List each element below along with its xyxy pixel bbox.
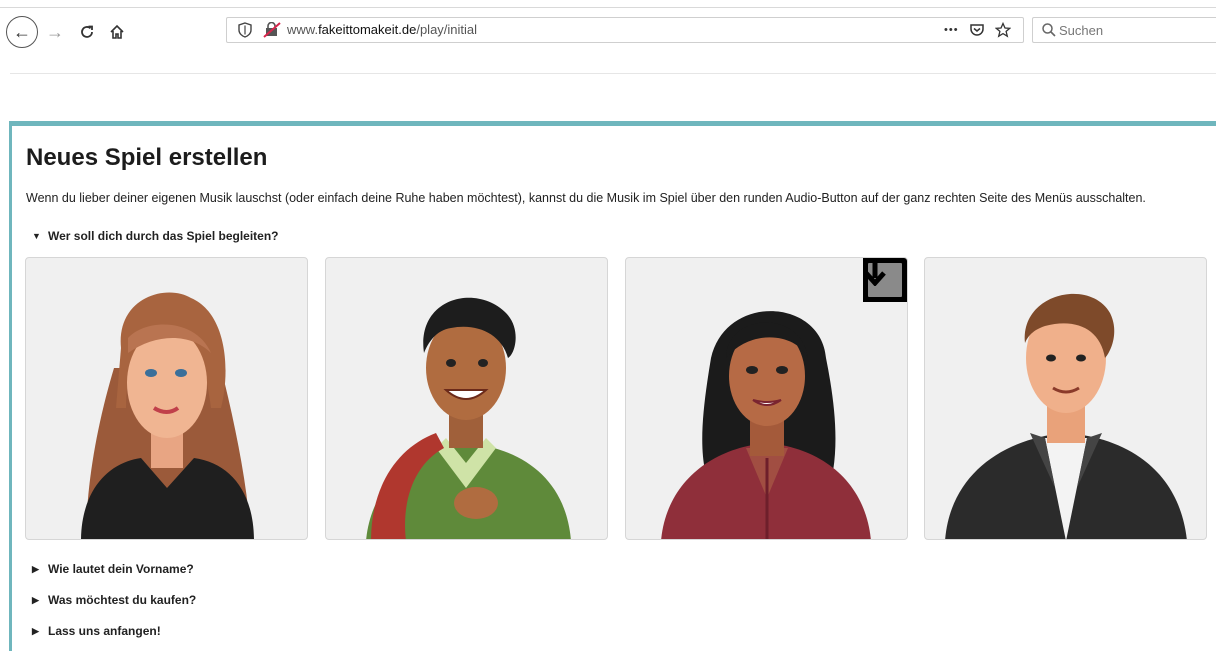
toolbar-divider	[0, 7, 1216, 8]
search-placeholder: Suchen	[1059, 23, 1104, 38]
section-label: Wie lautet dein Vorname?	[48, 562, 194, 576]
caret-right-icon: ▶	[32, 594, 39, 605]
address-bar[interactable]: www.fakeittomakeit.de/play/initial	[226, 17, 1024, 43]
browser-toolbar: ← → www.fakeittomakeit.de/play/initial •…	[0, 0, 1216, 56]
caret-right-icon: ▶	[32, 563, 39, 574]
url-actions: •••	[944, 17, 1011, 43]
section-label: Wer soll dich durch das Spiel begleiten?	[48, 229, 279, 243]
home-button[interactable]	[102, 17, 132, 47]
home-icon	[110, 24, 124, 39]
avatar-man-backpack	[366, 297, 571, 539]
selected-badge	[863, 258, 907, 302]
section-purchase-toggle[interactable]: ▶ Was möchtest du kaufen?	[32, 593, 196, 607]
pocket-icon[interactable]	[969, 22, 985, 38]
caret-down-icon: ▼	[32, 231, 41, 241]
section-firstname-toggle[interactable]: ▶ Wie lautet dein Vorname?	[32, 562, 194, 576]
companion-card-man-backpack[interactable]	[325, 257, 608, 540]
tracking-shield-icon[interactable]	[237, 22, 253, 38]
companion-card-man-jacket[interactable]	[924, 257, 1207, 540]
intro-text: Wenn du lieber deiner eigenen Musik laus…	[26, 191, 1146, 205]
section-start-toggle[interactable]: ▶ Lass uns anfangen!	[32, 624, 161, 638]
page-actions-menu-button[interactable]: •••	[944, 24, 959, 36]
caret-right-icon: ▶	[32, 625, 39, 636]
bookmark-star-icon[interactable]	[994, 22, 1011, 38]
reload-icon	[81, 25, 93, 38]
arrow-left-icon: ←	[13, 21, 31, 42]
insecure-lock-icon[interactable]	[263, 22, 281, 38]
search-icon	[1042, 23, 1056, 37]
avatar-man-jacket	[945, 293, 1187, 539]
section-companion-toggle[interactable]: ▼ Wer soll dich durch das Spiel begleite…	[32, 229, 279, 243]
url-text: www.fakeittomakeit.de/play/initial	[287, 22, 478, 37]
arrow-right-icon: →	[46, 21, 64, 42]
section-label: Was möchtest du kaufen?	[48, 593, 197, 607]
search-bar[interactable]: Suchen	[1032, 17, 1216, 43]
section-label: Lass uns anfangen!	[48, 624, 161, 638]
forward-button[interactable]: →	[40, 17, 70, 47]
companion-card-woman-dark-hair[interactable]	[625, 257, 908, 540]
companion-card-woman-brown-hair[interactable]	[25, 257, 308, 540]
page-divider	[10, 73, 1216, 74]
avatar-woman-brown-hair	[81, 292, 254, 539]
reload-button[interactable]	[72, 17, 102, 47]
page-title: Neues Spiel erstellen	[26, 144, 268, 171]
back-button[interactable]: ←	[6, 16, 38, 48]
arrow-down-icon	[864, 260, 904, 299]
